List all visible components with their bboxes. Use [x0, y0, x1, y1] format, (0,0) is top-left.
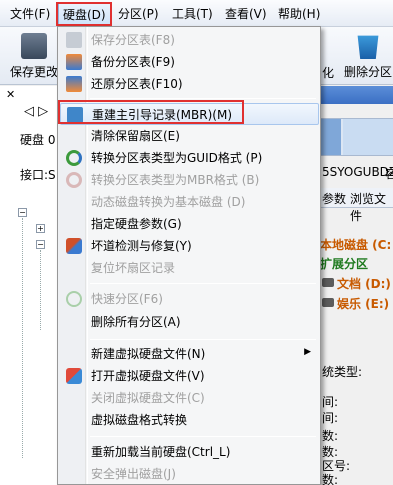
save-changes-button[interactable]: 保存更改 — [8, 33, 60, 83]
menu-item-virtual-disk-convert[interactable]: 虚拟磁盘格式转换 — [60, 409, 319, 431]
menu-item-reset-bad-sectors[interactable]: 复位坏扇区记录 — [60, 257, 319, 279]
menu-file[interactable]: 文件(F) — [10, 5, 50, 23]
backup-icon — [66, 54, 82, 70]
menu-item-delete-all-partitions[interactable]: 删除所有分区(A) — [60, 311, 319, 333]
menu-item-quick-partition[interactable]: 快速分区(F6) — [60, 288, 319, 310]
close-icon[interactable]: ✕ — [6, 88, 15, 101]
disk-serial: 5SYOGUBDZ — [322, 165, 393, 179]
restore-icon — [66, 76, 82, 92]
menu-item-open-virtual-disk[interactable]: 打开虚拟硬盘文件(V) — [60, 365, 319, 387]
info-row: 间: — [322, 411, 339, 425]
menu-help[interactable]: 帮助(H) — [278, 5, 320, 23]
save-icon — [66, 32, 82, 48]
menu-item-bad-sector-repair[interactable]: 坏道检测与修复(Y) — [60, 235, 319, 257]
save-changes-label: 保存更改 — [9, 65, 58, 79]
convert-label: 化 — [322, 66, 335, 80]
menu-disk[interactable]: 硬盘(D) — [58, 3, 111, 25]
menu-partition[interactable]: 分区(P) — [118, 5, 159, 23]
extended-partition[interactable]: 扩展分区 — [320, 255, 368, 272]
partition-tree: − + − — [14, 208, 60, 468]
menu-item-convert-to-guid[interactable]: 转换分区表类型为GUID格式 (P) — [60, 147, 319, 169]
save-disk-icon — [21, 33, 47, 59]
tree-expand-icon[interactable]: − — [36, 240, 45, 249]
open-vdisk-icon — [66, 368, 82, 384]
menu-item-restore-partition-table[interactable]: 还原分区表(F10) — [60, 73, 319, 95]
quick-partition-icon — [66, 291, 82, 307]
info-row: 数: — [322, 429, 339, 443]
partition-d[interactable]: 文档 (D:) — [337, 275, 391, 292]
menu-item-save-partition-table[interactable]: 保存分区表(F8) — [60, 29, 319, 51]
menu-item-convert-to-mbr[interactable]: 转换分区表类型为MBR格式 (B) — [60, 169, 319, 191]
delete-partition-button[interactable]: 删除分区 — [342, 33, 393, 83]
menu-tools[interactable]: 工具(T) — [172, 5, 213, 23]
disk-header-bar — [320, 86, 393, 104]
drive-icon — [322, 278, 334, 287]
menu-view[interactable]: 查看(V) — [225, 5, 267, 23]
disk-partition-strip[interactable] — [320, 118, 393, 156]
menu-item-close-virtual-disk[interactable]: 关闭虚拟硬盘文件(C) — [60, 387, 319, 409]
menu-item-backup-partition-table[interactable]: 备份分区表(F9) — [60, 51, 319, 73]
convert-mbr-icon — [66, 172, 82, 188]
repair-icon — [66, 238, 82, 254]
menu-item-safe-eject[interactable]: 安全弹出磁盘(J) — [60, 463, 319, 485]
menu-bar: 文件(F) 硬盘(D) 分区(P) 工具(T) 查看(V) 帮助(H) — [0, 0, 393, 27]
local-disk-c[interactable]: 本地磁盘 (C: — [320, 236, 391, 253]
partition-e[interactable]: 娱乐 (E:) — [337, 295, 389, 312]
tree-expand-icon[interactable]: − — [18, 208, 27, 217]
submenu-arrow-icon: ▶ — [304, 347, 311, 357]
menu-item-clear-reserved-sectors[interactable]: 清除保留扇区(E) — [60, 125, 319, 147]
info-row: 间: — [322, 395, 339, 409]
menu-item-specify-disk-params[interactable]: 指定硬盘参数(G) — [60, 213, 319, 235]
disk-label: 硬盘 0 — [20, 133, 56, 147]
menu-item-reload-disk[interactable]: 重新加载当前硬盘(Ctrl_L) — [60, 441, 319, 463]
disk-serial-suffix: 容 — [385, 167, 393, 181]
disk-dropdown-menu: 保存分区表(F8) 备份分区表(F9) 还原分区表(F10) 重建主引导记录(M… — [57, 26, 321, 485]
right-tabs: 参数 浏览文件 — [320, 188, 393, 223]
highlight-box — [58, 100, 244, 124]
fs-type-label: 统类型: — [322, 365, 363, 379]
menu-item-dynamic-to-basic[interactable]: 动态磁盘转换为基本磁盘 (D) — [60, 191, 319, 213]
tree-expand-icon[interactable]: + — [36, 224, 45, 233]
convert-guid-icon — [66, 150, 82, 166]
drive-icon — [322, 298, 334, 307]
trash-icon — [357, 35, 379, 59]
interface-label: 接口:S — [20, 168, 56, 182]
info-row: 数: — [322, 473, 339, 485]
delete-partition-label: 删除分区 — [343, 65, 392, 79]
tab-params[interactable]: 参数 — [322, 190, 346, 207]
nav-arrows-icon[interactable]: ◁ ▷ — [24, 104, 48, 119]
menu-item-new-virtual-disk[interactable]: 新建虚拟硬盘文件(N) ▶ — [60, 343, 319, 365]
tab-browse[interactable]: 浏览文件 — [350, 190, 393, 224]
